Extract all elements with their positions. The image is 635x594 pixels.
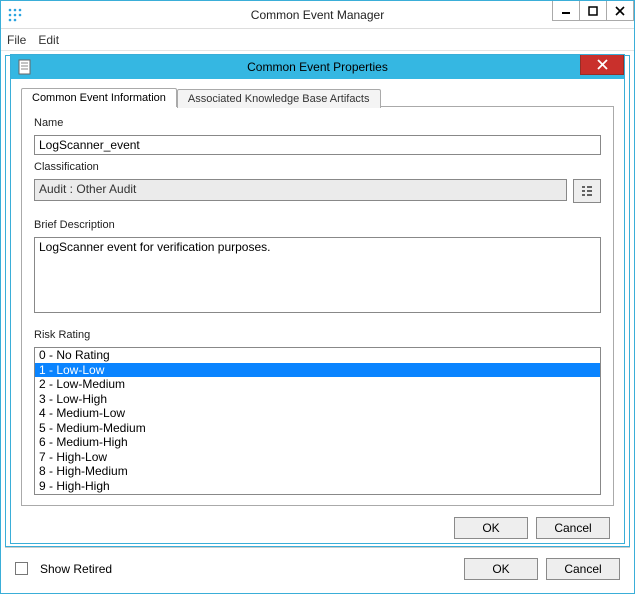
menu-edit[interactable]: Edit (38, 33, 59, 47)
inner-cancel-button[interactable]: Cancel (536, 517, 610, 539)
close-button[interactable] (606, 1, 634, 21)
tab-row: Common Event Information Associated Know… (21, 87, 614, 106)
risk-item[interactable]: 1 - Low-Low (35, 363, 600, 378)
tab-panel: Name Classification Audit : Other Audit (21, 106, 614, 506)
risk-item[interactable]: 7 - High-Low (35, 450, 600, 465)
inner-footer: OK Cancel (11, 512, 624, 543)
name-input[interactable] (34, 135, 601, 155)
risk-item[interactable]: 5 - Medium-Medium (35, 421, 600, 436)
app-icon (1, 1, 29, 29)
description-label: Brief Description (34, 219, 601, 231)
classification-label: Classification (34, 161, 601, 173)
outer-footer: Show Retired OK Cancel (5, 547, 630, 589)
show-retired-label: Show Retired (40, 562, 112, 576)
outer-ok-button[interactable]: OK (464, 558, 538, 580)
risk-item[interactable]: 3 - Low-High (35, 392, 600, 407)
risk-rating-list[interactable]: 0 - No Rating1 - Low-Low2 - Low-Medium3 … (34, 347, 601, 495)
classification-input[interactable]: Audit : Other Audit (34, 179, 567, 201)
name-label: Name (34, 117, 601, 129)
risk-item[interactable]: 2 - Low-Medium (35, 377, 600, 392)
inner-dialog-title: Common Event Properties (11, 60, 624, 74)
inner-dialog: Common Event Properties Common Event Inf… (10, 54, 625, 544)
minimize-button[interactable] (552, 1, 580, 21)
risk-item[interactable]: 4 - Medium-Low (35, 406, 600, 421)
risk-rating-label: Risk Rating (34, 329, 601, 341)
outer-titlebar: Common Event Manager (1, 1, 634, 29)
outer-window-title: Common Event Manager (1, 8, 634, 22)
inner-body: Common Event Information Associated Know… (11, 79, 624, 512)
risk-item[interactable]: 8 - High-Medium (35, 464, 600, 479)
inner-close-button[interactable] (580, 55, 624, 75)
risk-item[interactable]: 9 - High-High (35, 479, 600, 494)
inner-ok-button[interactable]: OK (454, 517, 528, 539)
show-retired-checkbox[interactable] (15, 562, 28, 575)
outer-cancel-button[interactable]: Cancel (546, 558, 620, 580)
properties-icon (13, 55, 37, 79)
tab-common-event-info[interactable]: Common Event Information (21, 88, 177, 107)
window-controls (553, 1, 634, 21)
classification-browse-button[interactable] (573, 179, 601, 203)
tab-kb-artifacts[interactable]: Associated Knowledge Base Artifacts (177, 89, 381, 108)
description-input[interactable] (34, 237, 601, 313)
risk-item[interactable]: 6 - Medium-High (35, 435, 600, 450)
inner-titlebar: Common Event Properties (11, 55, 624, 79)
risk-item[interactable]: 0 - No Rating (35, 348, 600, 363)
classification-row: Audit : Other Audit (34, 179, 601, 203)
menu-file[interactable]: File (7, 33, 26, 47)
menubar: File Edit (1, 29, 634, 51)
maximize-button[interactable] (579, 1, 607, 21)
